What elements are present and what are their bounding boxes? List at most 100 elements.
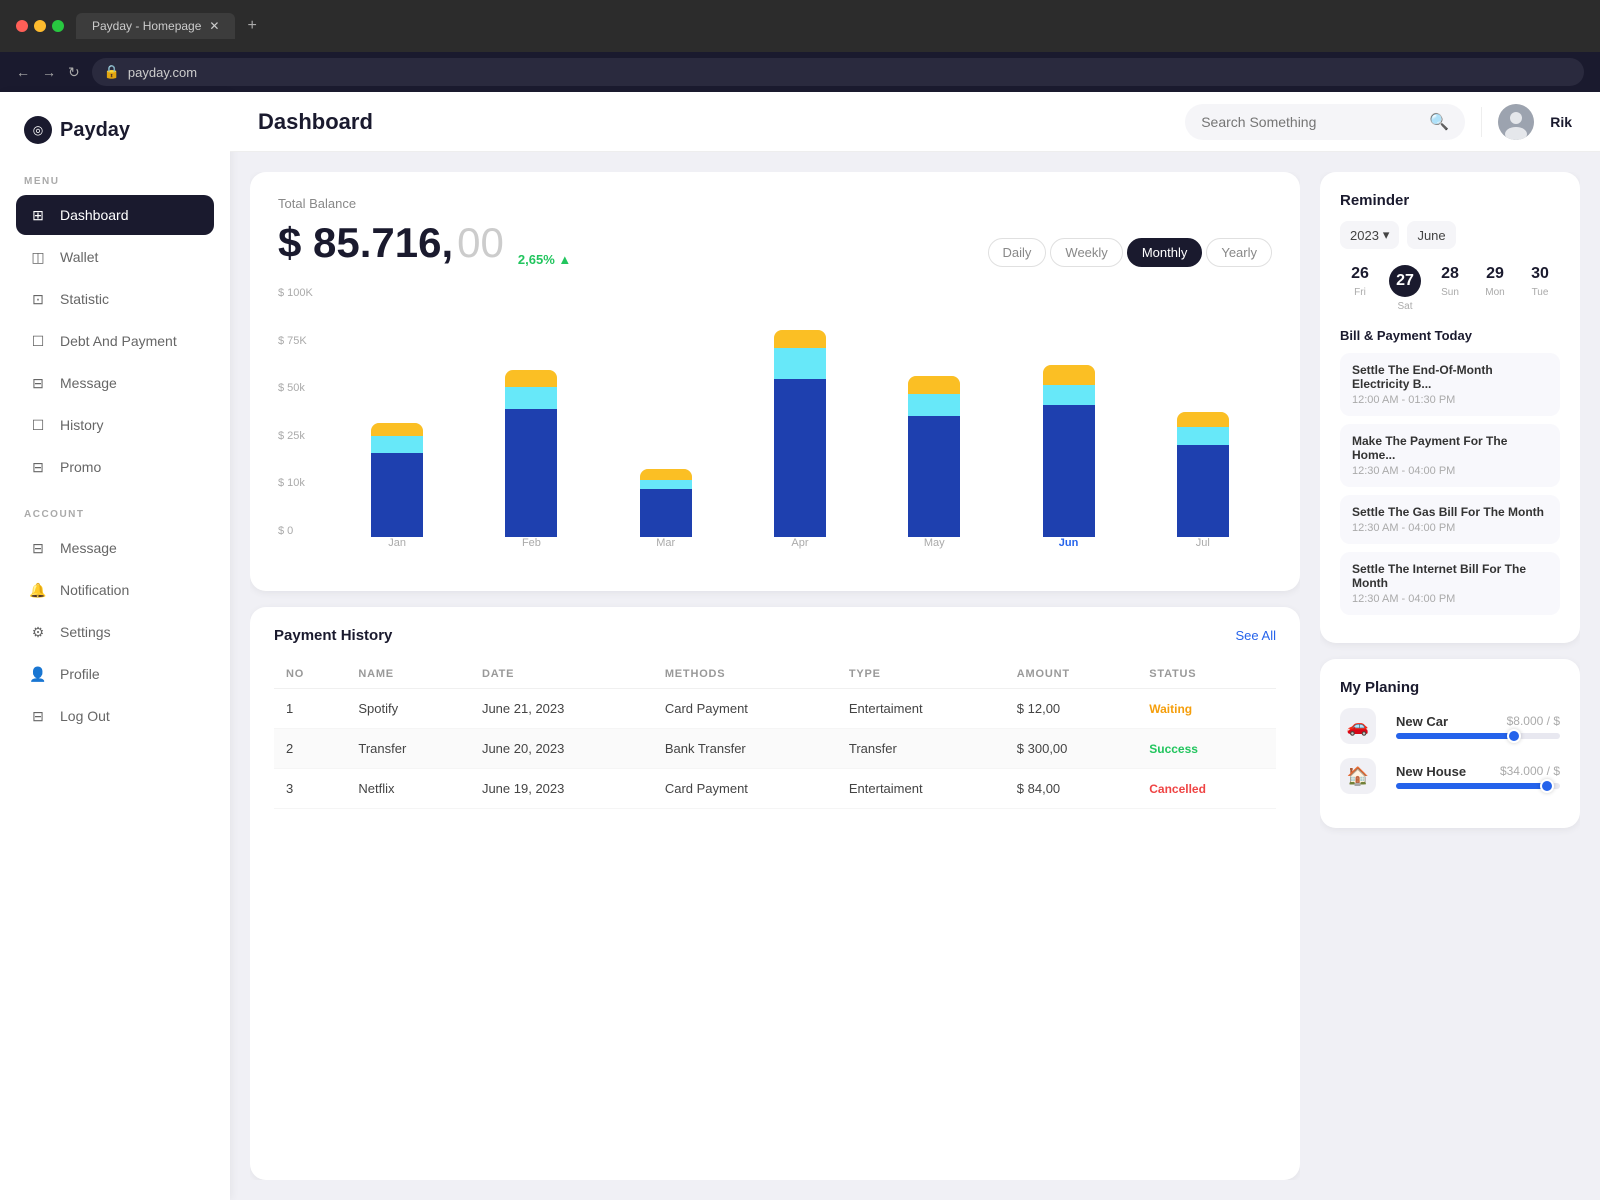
cell-date: June 19, 2023	[470, 769, 653, 809]
back-button[interactable]: ←	[16, 64, 30, 80]
cal-day-26[interactable]: 26Fri	[1340, 265, 1380, 312]
bill-time: 12:30 AM - 04:00 PM	[1352, 522, 1548, 534]
sidebar-label-profile: Profile	[60, 666, 100, 682]
sidebar-item-debt[interactable]: ☐ Debt And Payment	[16, 321, 214, 361]
cal-day-30[interactable]: 30Tue	[1520, 265, 1560, 312]
sidebar-item-history[interactable]: ☐ History	[16, 405, 214, 445]
bill-title: Settle The Gas Bill For The Month	[1352, 505, 1548, 519]
bar-segment-yellow	[1177, 412, 1229, 427]
x-label-may: May	[873, 537, 995, 567]
close-dot[interactable]	[16, 20, 28, 32]
plan-progress-dot[interactable]	[1507, 729, 1521, 743]
dashboard-panel: Total Balance $ 85.716,00 2,65% ▲ Daily …	[250, 172, 1300, 1180]
app-logo-text: Payday	[60, 119, 130, 142]
bar-segment-yellow	[371, 423, 423, 436]
bill-time: 12:30 AM - 04:00 PM	[1352, 593, 1548, 605]
menu-section-label: MENU	[16, 176, 214, 187]
debt-icon: ☐	[28, 331, 48, 351]
y-label-50k: $ 50k	[278, 382, 323, 394]
plan-progress-fill	[1396, 733, 1514, 739]
plan-name: New Car	[1396, 714, 1448, 729]
year-selector[interactable]: 2023 ▾	[1340, 221, 1399, 249]
cal-day-27[interactable]: 27Sat	[1385, 265, 1425, 312]
sidebar-item-acc-message[interactable]: ⊟ Message	[16, 528, 214, 568]
address-bar[interactable]: 🔒 payday.com	[92, 58, 1584, 86]
wallet-icon: ◫	[28, 247, 48, 267]
tab-close-icon[interactable]: ✕	[209, 19, 219, 33]
bar-segment-blue	[640, 489, 692, 537]
cell-status: Waiting	[1137, 689, 1276, 729]
x-label-mar: Mar	[605, 537, 727, 567]
sidebar-item-statistic[interactable]: ⊡ Statistic	[16, 279, 214, 319]
plan-progress-fill	[1396, 783, 1547, 789]
browser-tab[interactable]: Payday - Homepage ✕	[76, 13, 235, 39]
bar-segment-blue	[1177, 445, 1229, 537]
cal-day-name: Fri	[1354, 287, 1366, 298]
time-filters: Daily Weekly Monthly Yearly	[988, 238, 1272, 267]
tab-title: Payday - Homepage	[92, 19, 201, 33]
bill-item[interactable]: Settle The Gas Bill For The Month 12:30 A…	[1340, 495, 1560, 544]
search-icon[interactable]: 🔍	[1429, 112, 1449, 132]
filter-monthly[interactable]: Monthly	[1127, 238, 1203, 267]
reminder-title: Reminder	[1340, 192, 1560, 209]
bill-item[interactable]: Settle The Internet Bill For The Month12…	[1340, 552, 1560, 615]
top-bar-divider	[1481, 107, 1482, 137]
cal-day-name: Tue	[1532, 287, 1549, 298]
plan-progress-dot[interactable]	[1540, 779, 1554, 793]
bar-segment-blue	[908, 416, 960, 537]
notification-icon: 🔔	[28, 580, 48, 600]
sidebar-item-promo[interactable]: ⊟ Promo	[16, 447, 214, 487]
payment-card: Payment History See All NO NAME DATE MET…	[250, 607, 1300, 1180]
chart-bar-group-may	[873, 287, 995, 537]
bill-item[interactable]: Make The Payment For The Home...12:30 AM…	[1340, 424, 1560, 487]
balance-cents: 00	[457, 219, 504, 267]
sidebar-item-notification[interactable]: 🔔 Notification	[16, 570, 214, 610]
sidebar-item-message[interactable]: ⊟ Message	[16, 363, 214, 403]
sidebar-item-dashboard[interactable]: ⊞ Dashboard	[16, 195, 214, 235]
cell-status: Cancelled	[1137, 769, 1276, 809]
cell-type: Entertaiment	[837, 769, 1005, 809]
sidebar-item-wallet[interactable]: ◫ Wallet	[16, 237, 214, 277]
search-input[interactable]	[1201, 114, 1421, 130]
bar-segment-blue	[774, 379, 826, 537]
plan-icon: 🏠	[1340, 758, 1376, 794]
table-row: 1 Spotify June 21, 2023 Card Payment Ent…	[274, 689, 1276, 729]
see-all-button[interactable]: See All	[1236, 628, 1276, 643]
chart-bars-container	[328, 287, 1272, 537]
bar-mar	[640, 469, 692, 537]
y-label-0: $ 0	[278, 525, 323, 537]
filter-yearly[interactable]: Yearly	[1206, 238, 1272, 267]
filter-daily[interactable]: Daily	[988, 238, 1047, 267]
promo-icon: ⊟	[28, 457, 48, 477]
chart-bar-group-apr	[739, 287, 861, 537]
url-text: payday.com	[128, 65, 197, 80]
cell-no: 3	[274, 769, 346, 809]
bar-segment-cyan	[908, 394, 960, 416]
cal-day-28[interactable]: 28Sun	[1430, 265, 1470, 312]
sidebar-item-logout[interactable]: ⊟ Log Out	[16, 696, 214, 736]
sidebar-label-statistic: Statistic	[60, 291, 109, 307]
reload-button[interactable]: ↻	[68, 64, 80, 81]
cal-day-name: Sun	[1441, 287, 1459, 298]
bill-item[interactable]: Settle The End-Of-Month Electricity B...…	[1340, 353, 1560, 416]
minimize-dot[interactable]	[34, 20, 46, 32]
lock-icon: 🔒	[104, 64, 120, 80]
plan-item: 🚗 New Car $8.000 / $	[1340, 708, 1560, 744]
balance-card: Total Balance $ 85.716,00 2,65% ▲ Daily …	[250, 172, 1300, 591]
x-label-apr: Apr	[739, 537, 861, 567]
month-selector[interactable]: June	[1407, 221, 1455, 249]
message-icon: ⊟	[28, 373, 48, 393]
cal-day-29[interactable]: 29Mon	[1475, 265, 1515, 312]
plan-items: 🚗 New Car $8.000 / $ 🏠 New House $34.000…	[1340, 708, 1560, 794]
sidebar-item-settings[interactable]: ⚙ Settings	[16, 612, 214, 652]
status-badge: Waiting	[1149, 699, 1192, 719]
filter-weekly[interactable]: Weekly	[1050, 238, 1122, 267]
search-bar: 🔍	[1185, 104, 1465, 140]
forward-button[interactable]: →	[42, 64, 56, 80]
bar-segment-yellow	[505, 370, 557, 388]
new-tab-button[interactable]: +	[247, 17, 256, 35]
planning-card: My Planing 🚗 New Car $8.000 / $ 🏠 New Ho…	[1320, 659, 1580, 828]
sidebar-item-profile[interactable]: 👤 Profile	[16, 654, 214, 694]
maximize-dot[interactable]	[52, 20, 64, 32]
bill-time: 12:00 AM - 01:30 PM	[1352, 394, 1548, 406]
